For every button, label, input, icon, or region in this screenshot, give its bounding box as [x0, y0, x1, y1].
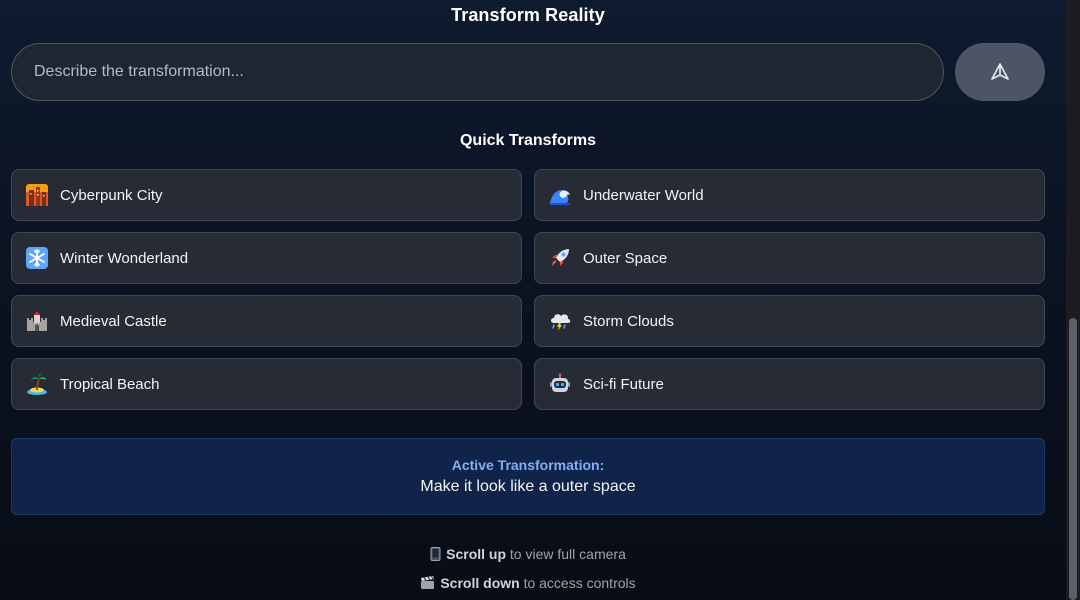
clapperboard-icon: [420, 576, 435, 593]
scroll-down-bold: Scroll down: [440, 575, 520, 591]
quick-label: Storm Clouds: [583, 312, 674, 330]
quick-cyberpunk-city-button[interactable]: Cyberpunk City: [11, 169, 522, 221]
quick-label: Cyberpunk City: [60, 186, 163, 204]
quick-winter-wonderland-button[interactable]: Winter Wonderland: [11, 232, 522, 284]
quick-label: Tropical Beach: [60, 375, 160, 393]
quick-transforms-heading: Quick Transforms: [459, 132, 597, 149]
send-button[interactable]: [955, 43, 1045, 101]
scroll-down-text: to access controls: [523, 575, 636, 591]
quick-sci-fi-future-button[interactable]: Sci-fi Future: [534, 358, 1045, 410]
send-triangle-icon: [991, 63, 1009, 80]
quick-underwater-world-button[interactable]: Underwater World: [534, 169, 1045, 221]
active-transformation-panel: Active Transformation: Make it look like…: [11, 438, 1045, 515]
transformation-input[interactable]: [11, 43, 944, 101]
castle-icon: [26, 310, 48, 332]
quick-tropical-beach-button[interactable]: Tropical Beach: [11, 358, 522, 410]
main-content: Transform Reality Quick Transforms: [0, 0, 1066, 600]
scrollbar-thumb[interactable]: [1069, 318, 1077, 600]
prompt-row: [11, 43, 1045, 101]
wave-icon: [549, 184, 571, 206]
quick-medieval-castle-button[interactable]: Medieval Castle: [11, 295, 522, 347]
scroll-up-text: to view full camera: [509, 546, 626, 562]
page-title: Transform Reality: [451, 5, 605, 25]
quick-label: Outer Space: [583, 249, 668, 267]
active-transformation-label: Active Transformation:: [451, 457, 605, 473]
scrollbar[interactable]: [1066, 0, 1080, 600]
island-icon: [26, 373, 48, 395]
quick-storm-clouds-button[interactable]: Storm Clouds: [534, 295, 1045, 347]
storm-cloud-icon: [549, 310, 571, 332]
snowflake-icon: [26, 247, 48, 269]
robot-icon: [549, 373, 571, 395]
scroll-up-hint: Scroll up to view full camera: [0, 546, 1056, 564]
scroll-up-bold: Scroll up: [446, 546, 507, 562]
phone-icon: [430, 547, 441, 564]
app-page: Transform Reality Quick Transforms: [0, 0, 1080, 600]
quick-label: Underwater World: [583, 186, 704, 204]
quick-outer-space-button[interactable]: Outer Space: [534, 232, 1045, 284]
quick-label: Medieval Castle: [60, 312, 167, 330]
quick-label: Winter Wonderland: [60, 249, 189, 267]
scroll-down-hint: Scroll down to access controls: [0, 575, 1056, 593]
quick-label: Sci-fi Future: [583, 375, 664, 393]
active-transformation-value: Make it look like a outer space: [420, 478, 636, 495]
cityscape-icon: [26, 184, 48, 206]
rocket-icon: [549, 247, 571, 269]
